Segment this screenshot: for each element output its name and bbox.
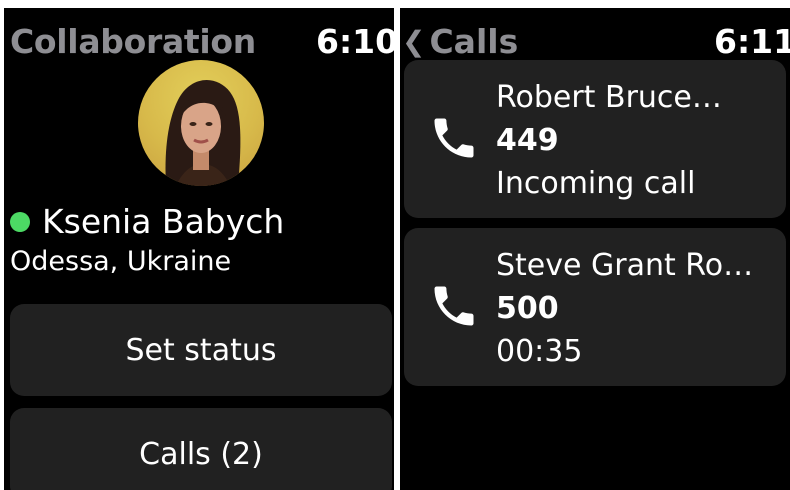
avatar [138,60,264,186]
calls-screen: ❮ Calls 6:11 Robert Bruce… 449 Incoming c… [400,8,790,490]
caller-number: 500 [496,291,559,326]
call-item[interactable]: Robert Bruce… 449 Incoming call [404,60,786,218]
screen-title: Calls [429,22,519,61]
caller-name: Steve Grant Ro… [496,248,754,283]
call-details: Robert Bruce… 449 Incoming call [496,76,778,205]
call-item[interactable]: Steve Grant Ro… 500 00:35 [404,228,786,386]
clock: 6:10 [316,22,394,61]
caller-number: 449 [496,123,559,158]
caller-name: Robert Bruce… [496,80,722,115]
set-status-button[interactable]: Set status [10,304,392,396]
clock: 6:11 [714,22,790,61]
presence-status-dot [10,212,30,232]
screen-title: Collaboration [10,22,256,61]
call-details: Steve Grant Ro… 500 00:35 [496,244,778,373]
user-name: Ksenia Babych [42,202,285,241]
phone-icon [434,118,474,158]
chevron-left-icon[interactable]: ❮ [402,25,425,58]
call-duration: 00:35 [496,334,583,369]
collaboration-screen: Collaboration 6:10 Ksenia Babych Odessa,… [4,8,394,490]
call-status: Incoming call [496,166,696,201]
user-location: Odessa, Ukraine [10,246,232,277]
avatar-portrait [165,80,241,186]
calls-button[interactable]: Calls (2) [10,408,392,490]
phone-icon [434,286,474,326]
user-info: Ksenia Babych [10,200,284,244]
